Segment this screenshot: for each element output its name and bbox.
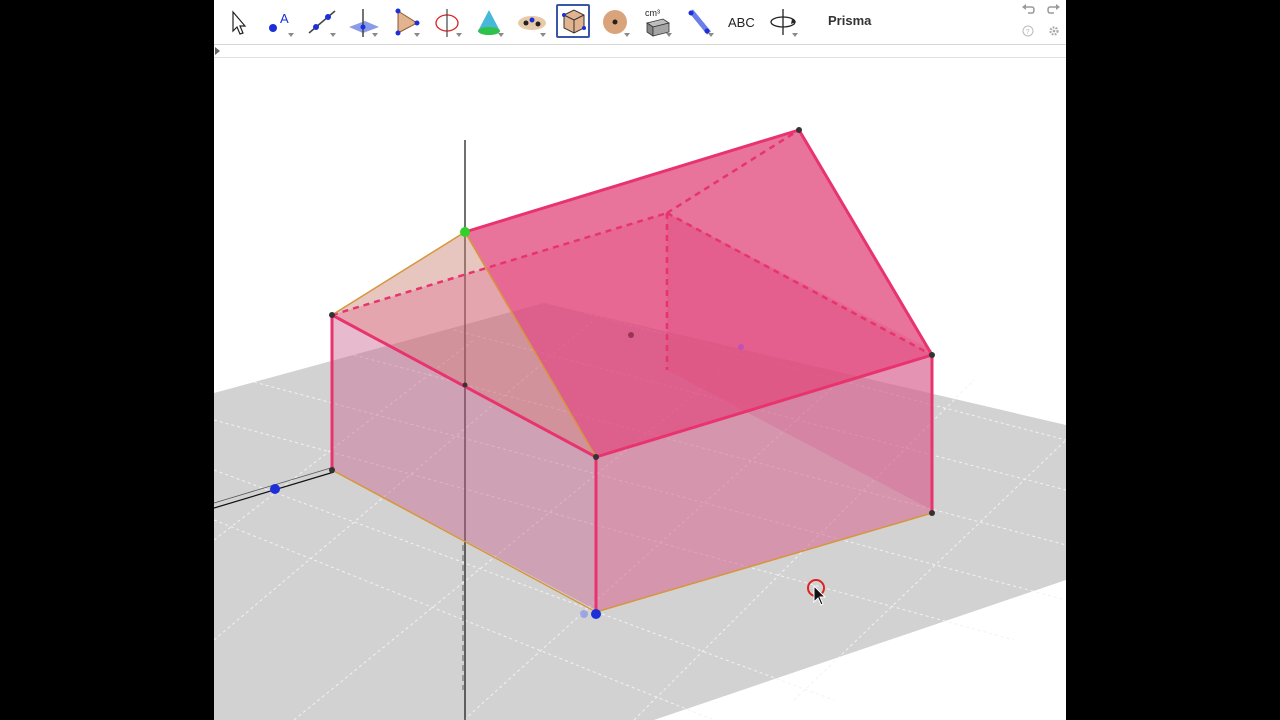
perpendicular-tool-button[interactable] bbox=[346, 4, 380, 38]
point-axis-blue[interactable] bbox=[270, 484, 280, 494]
prism-icon bbox=[562, 9, 586, 34]
text-tool-button[interactable]: ABC bbox=[724, 4, 758, 38]
plane-tool-button[interactable] bbox=[514, 4, 548, 38]
graphics-3d-view[interactable] bbox=[214, 0, 1066, 720]
gear-icon[interactable] bbox=[1048, 25, 1060, 37]
pointer-arrow-icon bbox=[232, 10, 247, 35]
point-base-blue[interactable] bbox=[591, 609, 601, 619]
svg-text:?: ? bbox=[1026, 29, 1030, 36]
point-base-blue-shadow bbox=[580, 610, 588, 618]
point-tool-button[interactable]: A bbox=[262, 4, 296, 38]
tool-text: A bbox=[280, 11, 289, 26]
undo-icon[interactable] bbox=[1020, 2, 1036, 18]
reflect-tool-button[interactable] bbox=[682, 4, 716, 38]
expand-style-bar-icon[interactable] bbox=[215, 47, 220, 55]
rotate-view-tool-button[interactable] bbox=[766, 4, 800, 38]
view-style-bar bbox=[214, 45, 1066, 58]
line-tool-button[interactable] bbox=[304, 4, 338, 38]
tool-text: ABC bbox=[728, 15, 755, 30]
toolbar: A cm³ ABC Prisma ? bbox=[214, 0, 1066, 45]
polygon-tool-button[interactable] bbox=[388, 4, 422, 38]
circle-tool-button[interactable] bbox=[430, 4, 464, 38]
intersect-surfaces-tool-button[interactable] bbox=[472, 4, 506, 38]
point-apex-green[interactable] bbox=[460, 227, 470, 237]
volume-tool-button[interactable]: cm³ bbox=[640, 4, 674, 38]
sphere-tool-button[interactable] bbox=[598, 4, 632, 38]
prism-tool-button[interactable] bbox=[556, 4, 590, 38]
redo-icon[interactable] bbox=[1046, 2, 1062, 18]
text-icon: ABC bbox=[728, 15, 755, 30]
help-icon[interactable]: ? bbox=[1022, 25, 1034, 37]
geogebra-window: A cm³ ABC Prisma ? bbox=[214, 0, 1066, 720]
selected-tool-name: Prisma bbox=[828, 13, 872, 28]
tool-text: cm³ bbox=[645, 8, 660, 18]
move-tool-button[interactable] bbox=[220, 4, 254, 38]
